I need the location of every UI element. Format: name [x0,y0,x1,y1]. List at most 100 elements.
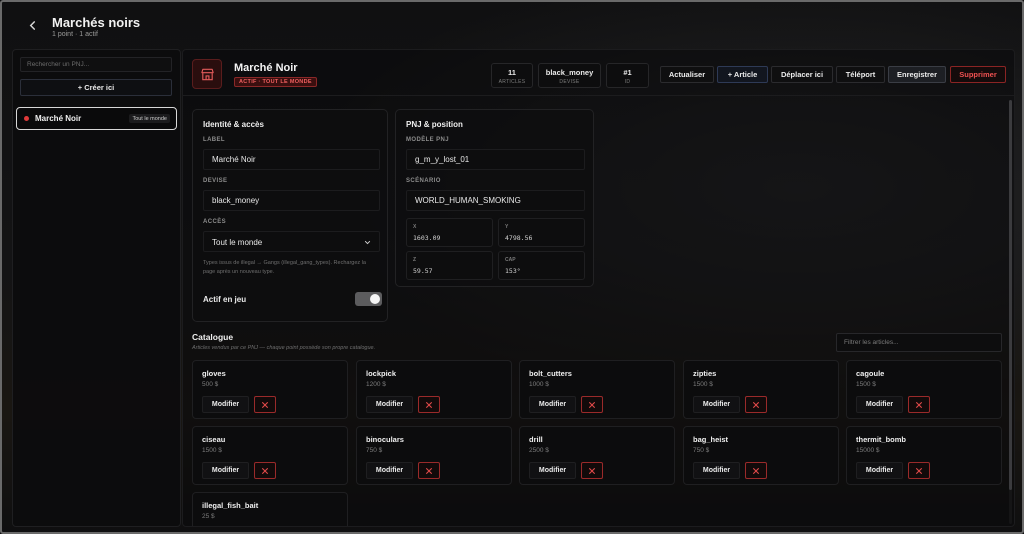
catalog-item: thermit_bomb 15000 $ Modifier [846,426,1002,485]
sidebar: + Créer ici Marché Noir Tout le monde [12,49,181,527]
npc-card-title: PNJ & position [406,120,463,129]
access-select[interactable]: Tout le monde [203,231,380,252]
edit-item-button[interactable]: Modifier [693,396,740,413]
stat-currency: black_money DEVISE [538,63,601,88]
catalog-item-name: bag_heist [693,435,729,444]
catalog-filter-input[interactable] [836,333,1002,352]
edit-item-button[interactable]: Modifier [529,462,576,479]
app-window: Marchés noirs 1 point · 1 actif + Créer … [0,0,1024,534]
edit-item-button[interactable]: Modifier [202,462,249,479]
refresh-button[interactable]: Actualiser [660,66,714,83]
close-icon [589,401,595,408]
close-icon [753,467,759,474]
catalog-item: lockpick 1200 $ Modifier [356,360,512,419]
delete-item-button[interactable] [581,462,603,479]
edit-item-button[interactable]: Modifier [693,462,740,479]
toggle-knob [370,294,380,304]
edit-item-button[interactable]: Modifier [202,396,249,413]
catalog-item-price: 25 $ [202,513,215,520]
label-input[interactable] [203,149,380,170]
close-icon [262,467,268,474]
close-icon [753,401,759,408]
coord-x-value: 1603.09 [413,234,441,242]
coord-z-label: Z [413,257,417,263]
catalog-item: gloves 500 $ Modifier [192,360,348,419]
delete-item-button[interactable] [254,462,276,479]
page-subtitle: 1 point · 1 actif [52,31,98,38]
storefront-icon [192,59,222,89]
currency-field-label: DEVISE [203,178,228,184]
catalog-item-name: binoculars [366,435,404,444]
coord-x[interactable]: X 1603.09 [406,218,493,247]
delete-item-button[interactable] [745,396,767,413]
main-panel: Marché Noir ACTIF · TOUT LE MONDE 11 ART… [182,49,1015,527]
catalog-item-price: 750 $ [693,447,710,454]
access-select-value: Tout le monde [212,238,263,247]
currency-input[interactable] [203,190,380,211]
sidebar-item-marche-noir[interactable]: Marché Noir Tout le monde [16,107,177,130]
add-article-button[interactable]: + Article [717,66,768,83]
close-icon [426,467,432,474]
catalog-item: zipties 1500 $ Modifier [683,360,839,419]
access-help-text: Types issus de illegal → Gangs (illegal_… [203,260,366,275]
stat-articles: 11 ARTICLES [491,63,533,88]
catalog-item-price: 500 $ [202,381,219,388]
close-icon [916,467,922,474]
stat-currency-label: DEVISE [559,79,580,85]
stat-id-label: ID [624,79,631,85]
scenario-input[interactable] [406,190,585,211]
edit-item-button[interactable]: Modifier [366,462,413,479]
shop-status-badge: ACTIF · TOUT LE MONDE [234,77,317,87]
access-badge: Tout le monde [129,114,170,123]
scrollbar-thumb[interactable] [1009,100,1012,490]
edit-item-button[interactable]: Modifier [856,396,903,413]
edit-item-button[interactable]: Modifier [366,396,413,413]
close-icon [262,401,268,408]
catalog-item: bag_heist 750 $ Modifier [683,426,839,485]
coord-heading[interactable]: CAP 153° [498,251,585,280]
delete-item-button[interactable] [581,396,603,413]
create-here-button[interactable]: + Créer ici [20,79,172,96]
edit-item-button[interactable]: Modifier [529,396,576,413]
status-dot [24,116,29,121]
catalog-item-price: 15000 $ [856,447,880,454]
teleport-button[interactable]: Téléport [836,66,885,83]
active-toggle[interactable] [355,292,382,306]
catalog-item-price: 2500 $ [529,447,549,454]
coord-heading-label: CAP [505,257,516,263]
identity-card: Identité & accès LABEL DEVISE ACCÈS Tout… [192,109,388,322]
move-here-button[interactable]: Déplacer ici [771,66,833,83]
delete-button[interactable]: Supprimer [950,66,1006,83]
npc-card: PNJ & position MODÈLE PNJ SCÉNARIO X 160… [395,109,594,287]
delete-item-button[interactable] [908,396,930,413]
delete-item-button[interactable] [745,462,767,479]
coord-y[interactable]: Y 4798.56 [498,218,585,247]
coord-y-value: 4798.56 [505,234,533,242]
coord-x-label: X [413,224,417,230]
catalog-item-price: 1200 $ [366,381,386,388]
catalog-item-price: 1500 $ [856,381,876,388]
save-button[interactable]: Enregistrer [888,66,946,83]
model-input[interactable] [406,149,585,170]
edit-item-button[interactable]: Modifier [856,462,903,479]
back-button[interactable] [24,17,40,33]
active-toggle-label: Actif en jeu [203,295,247,304]
stat-currency-value: black_money [545,68,594,77]
close-icon [589,467,595,474]
catalog-item-price: 1000 $ [529,381,549,388]
close-icon [916,401,922,408]
scenario-field-label: SCÉNARIO [406,178,441,184]
catalog-item-price: 1500 $ [202,447,222,454]
catalog-subtitle: Articles vendus par ce PNJ — chaque poin… [192,345,376,351]
delete-item-button[interactable] [418,396,440,413]
coord-z[interactable]: Z 59.57 [406,251,493,280]
delete-item-button[interactable] [908,462,930,479]
scrollbar[interactable] [1009,100,1012,524]
stat-articles-value: 11 [508,68,516,77]
delete-item-button[interactable] [418,462,440,479]
catalog-item: cagoule 1500 $ Modifier [846,360,1002,419]
page-title: Marchés noirs [52,15,141,30]
catalog-item: illegal_fish_bait25 $Modifier [192,492,348,526]
delete-item-button[interactable] [254,396,276,413]
npc-search-input[interactable] [20,57,172,72]
